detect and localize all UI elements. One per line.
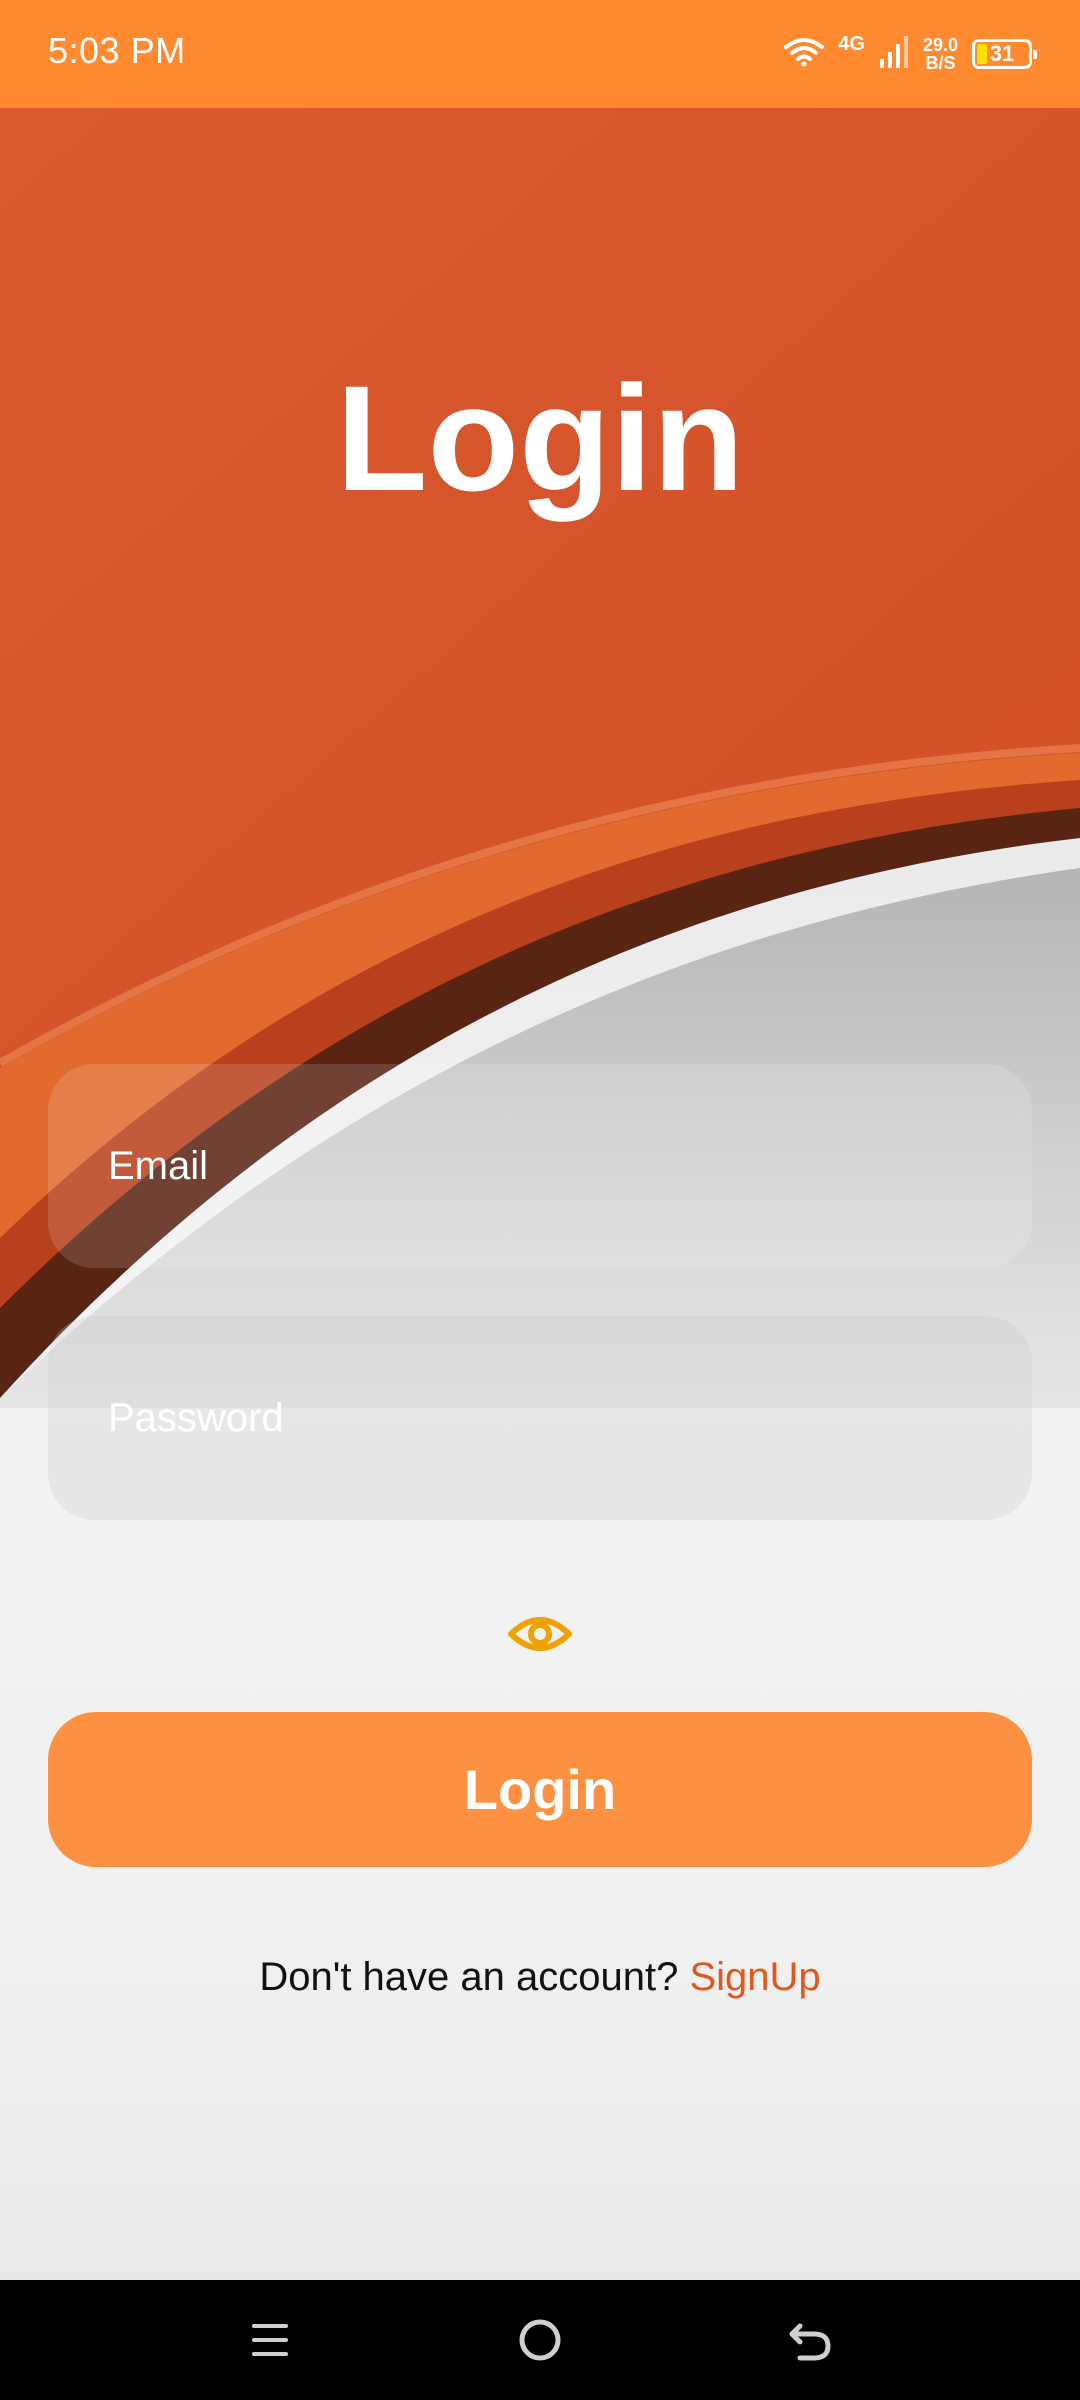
home-icon[interactable] — [510, 2310, 570, 2370]
password-field[interactable] — [48, 1316, 1032, 1520]
signup-prompt-text: Don't have an account? — [259, 1955, 679, 1999]
login-button[interactable]: Login — [48, 1712, 1032, 1867]
login-screen: 5:03 PM 4G 29.0 B/S 31 Login Email Login… — [0, 0, 1080, 2400]
battery-tip — [1033, 50, 1037, 59]
back-icon[interactable] — [780, 2310, 840, 2370]
status-time: 5:03 PM — [48, 30, 186, 71]
status-bar: 5:03 PM 4G 29.0 B/S 31 — [0, 0, 1080, 108]
email-field[interactable] — [48, 1064, 1032, 1268]
signup-prompt: Don't have an account? SignUp — [0, 1955, 1080, 2000]
network-type-label: 4G — [838, 33, 865, 55]
network-speed: 29.0 B/S — [923, 36, 958, 72]
password-input[interactable] — [48, 1316, 1032, 1520]
page-title: Login — [335, 354, 745, 522]
signup-link[interactable]: SignUp — [689, 1955, 820, 1999]
status-icons: 4G 29.0 B/S 31 — [784, 28, 1037, 80]
eye-icon[interactable] — [505, 1604, 575, 1664]
battery-percent: 31 — [989, 41, 1015, 66]
signal-icon — [879, 35, 909, 74]
network-speed-value: 29.0 — [922, 35, 958, 55]
email-input[interactable] — [48, 1064, 1032, 1268]
network-speed-unit: B/S — [925, 53, 956, 73]
menu-icon[interactable] — [240, 2310, 300, 2370]
battery-level-fill — [977, 44, 987, 64]
navigation-bar — [0, 2280, 1080, 2400]
battery-icon: 31 — [972, 39, 1037, 69]
wifi-icon — [784, 37, 825, 72]
